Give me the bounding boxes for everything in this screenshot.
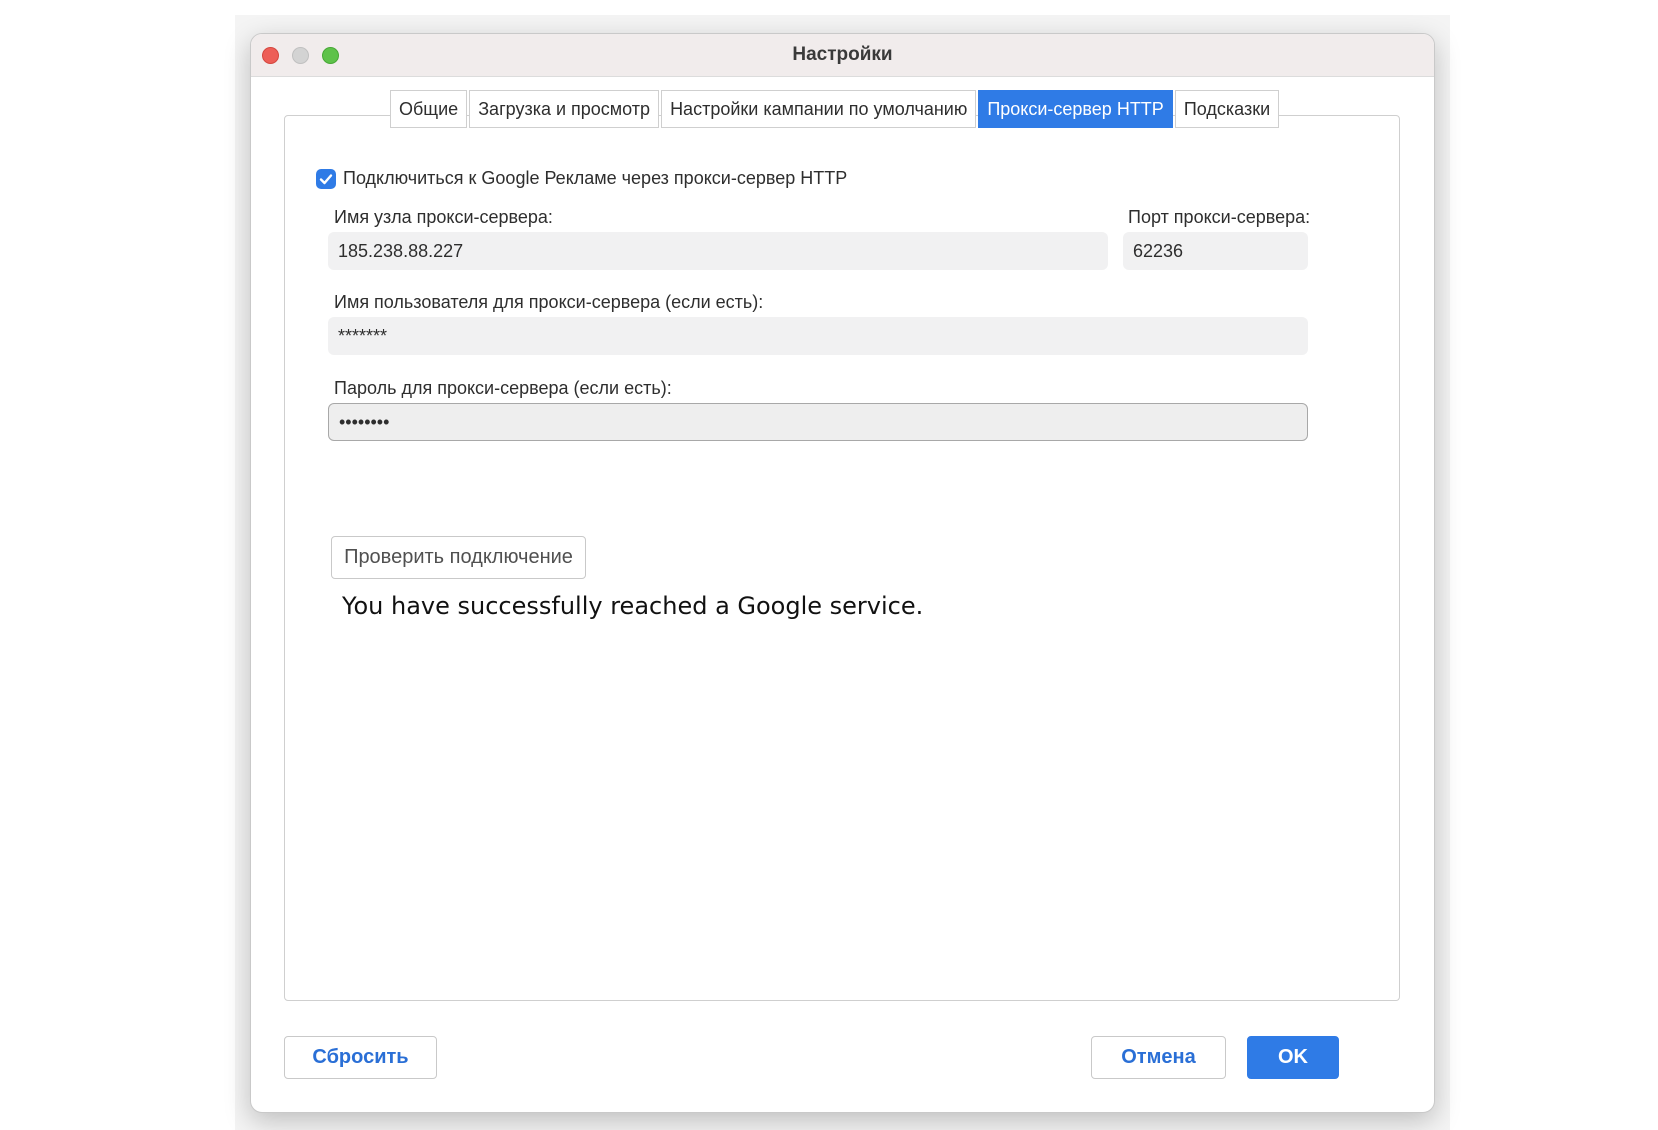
use-proxy-label: Подключиться к Google Рекламе через прок… — [343, 168, 848, 188]
reset-button[interactable]: Сбросить — [284, 1036, 437, 1079]
proxy-port-input[interactable]: 62236 — [1123, 232, 1308, 270]
tab-content-panel: Подключиться к Google Рекламе через прок… — [284, 115, 1400, 1001]
title-bar: Настройки — [251, 34, 1434, 77]
tab-hints[interactable]: Подсказки — [1174, 90, 1280, 128]
tab-general[interactable]: Общие — [390, 90, 468, 128]
proxy-host-label: Имя узла прокси-сервера: — [334, 207, 553, 227]
tab-download-and-view[interactable]: Загрузка и просмотр — [469, 90, 660, 128]
proxy-username-input[interactable]: ******* — [328, 317, 1308, 355]
tab-http-proxy[interactable]: Прокси-сервер HTTP — [978, 90, 1173, 128]
cancel-button[interactable]: Отмена — [1091, 1036, 1226, 1079]
proxy-port-label: Порт прокси-сервера: — [1128, 207, 1311, 227]
use-proxy-checkbox[interactable] — [316, 168, 336, 189]
checkmark-icon — [319, 173, 333, 184]
ok-button[interactable]: OK — [1247, 1036, 1339, 1079]
proxy-host-input[interactable]: 185.238.88.227 — [328, 232, 1108, 270]
proxy-username-label: Имя пользователя для прокси-сервера (есл… — [334, 292, 764, 312]
test-connection-button[interactable]: Проверить подключение — [331, 536, 586, 579]
settings-tabs: Общие Загрузка и просмотр Настройки камп… — [390, 90, 1281, 128]
window-title: Настройки — [792, 44, 893, 65]
settings-window: Настройки Подключиться к Google Рекламе … — [250, 33, 1435, 1113]
proxy-password-input[interactable]: •••••••• — [328, 403, 1308, 441]
use-proxy-option[interactable]: Подключиться к Google Рекламе через прок… — [316, 168, 847, 189]
tab-default-campaign-settings[interactable]: Настройки кампании по умолчанию — [661, 90, 977, 128]
connection-result-message: You have successfully reached a Google s… — [342, 592, 924, 620]
proxy-password-label: Пароль для прокси-сервера (если есть): — [334, 378, 672, 398]
